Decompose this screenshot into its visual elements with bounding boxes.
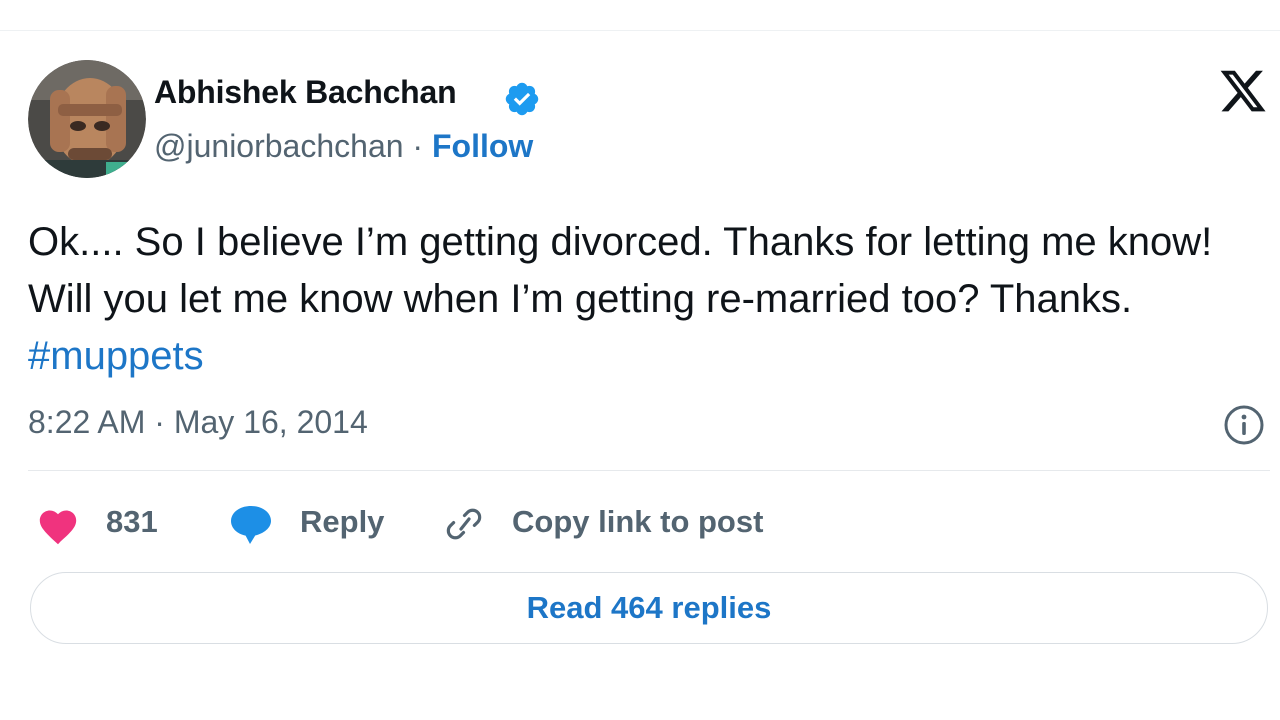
avatar[interactable] <box>28 60 146 178</box>
follow-button[interactable]: Follow <box>432 128 533 164</box>
bottom-band <box>0 680 1280 720</box>
tweet-timestamp[interactable]: 8:22 AM · May 16, 2014 <box>28 404 368 441</box>
x-logo-icon[interactable] <box>1217 66 1269 116</box>
link-icon[interactable] <box>442 502 486 546</box>
action-bar: 831 Reply Copy link to post <box>0 496 1280 552</box>
info-icon[interactable] <box>1222 403 1266 447</box>
author-handle-line: @juniorbachchan · Follow <box>154 128 533 165</box>
read-replies-button[interactable]: Read 464 replies <box>30 572 1268 644</box>
divider <box>28 470 1270 471</box>
like-count[interactable]: 831 <box>106 504 158 540</box>
tweet-text: Ok.... So I believe I’m getting divorced… <box>28 214 1253 385</box>
author-handle[interactable]: @juniorbachchan <box>154 128 404 164</box>
verified-badge-icon <box>503 80 541 118</box>
hashtag-link[interactable]: #muppets <box>28 334 204 378</box>
copy-link-button[interactable]: Copy link to post <box>512 504 763 540</box>
tweet-body: Ok.... So I believe I’m getting divorced… <box>28 220 1224 321</box>
author-name[interactable]: Abhishek Bachchan <box>154 74 457 111</box>
read-replies-label: Read 464 replies <box>526 590 772 625</box>
handle-separator: · <box>412 128 424 164</box>
reply-button[interactable]: Reply <box>300 504 384 540</box>
speech-bubble-icon[interactable] <box>228 502 274 546</box>
heart-icon[interactable] <box>36 505 80 545</box>
